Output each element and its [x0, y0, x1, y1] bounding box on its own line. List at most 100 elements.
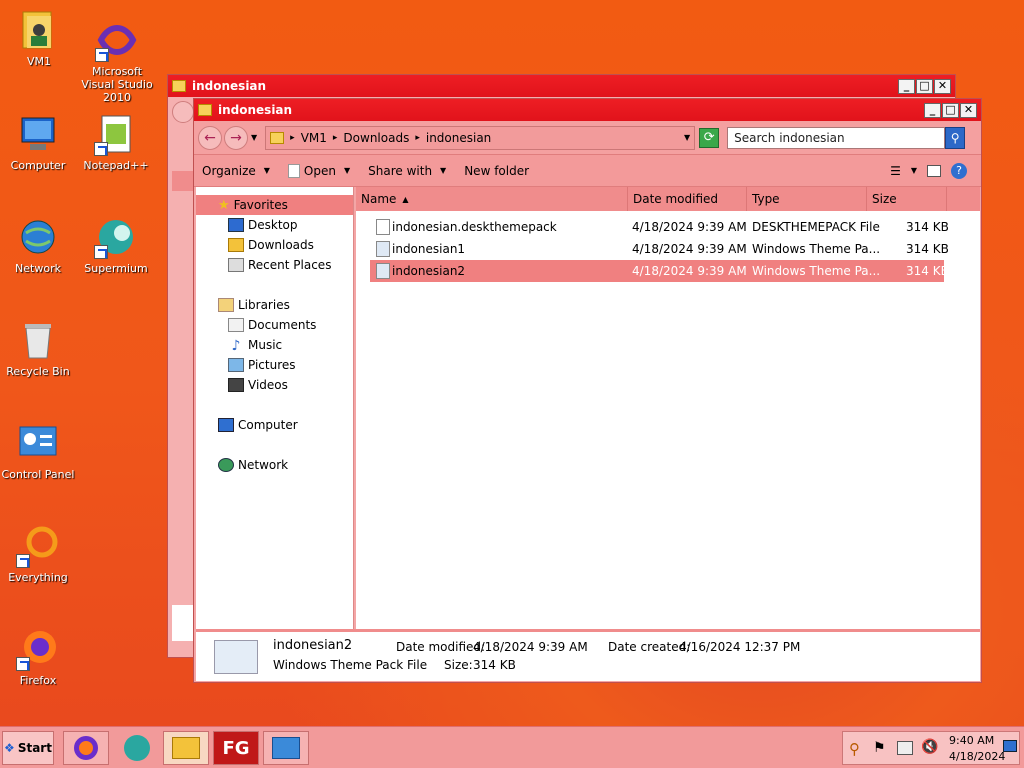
window-titlebar-back[interactable]: indonesian _ □ ✕: [168, 75, 955, 97]
open-button[interactable]: Open ▼: [287, 163, 350, 178]
network-tray-icon[interactable]: [897, 741, 913, 755]
column-header-name[interactable]: Name ▲: [356, 187, 628, 211]
file-icon: [376, 219, 390, 235]
nav-music[interactable]: ♪ Music: [196, 335, 353, 355]
nav-pictures[interactable]: Pictures: [196, 355, 353, 375]
desktop-icon-recycle-bin[interactable]: Recycle Bin: [0, 318, 78, 378]
search-icon[interactable]: ⚲: [945, 126, 966, 149]
folder-icon: [172, 80, 186, 92]
window-title-back: indonesian: [192, 79, 267, 93]
shortcut-arrow-icon: [95, 48, 109, 62]
desktop-icon-vm1[interactable]: VM1: [0, 8, 79, 68]
taskbar-control-panel[interactable]: [263, 731, 309, 765]
taskbar-explorer[interactable]: [163, 731, 209, 765]
desktop-icon-network[interactable]: Network: [0, 215, 78, 275]
recent-pages-dropdown[interactable]: ▼: [251, 133, 257, 142]
desktop-icon-firefox[interactable]: Firefox: [0, 627, 78, 687]
computer-icon: [16, 112, 60, 156]
back-button[interactable]: ←: [198, 125, 222, 150]
volume-muted-icon[interactable]: 🔇: [921, 739, 938, 755]
desktop-icon-supermium[interactable]: Supermium: [76, 215, 156, 275]
minimize-button-back[interactable]: _: [898, 78, 915, 94]
nav-downloads[interactable]: Downloads: [196, 235, 353, 255]
desktop-icon-notepadpp[interactable]: Notepad++: [76, 112, 156, 172]
theme-file-icon: [376, 241, 390, 257]
flag-icon[interactable]: ⚑: [873, 740, 886, 756]
close-button[interactable]: ✕: [960, 102, 977, 118]
minimize-button[interactable]: _: [924, 102, 941, 118]
details-name: indonesian2: [273, 638, 353, 653]
downloads-icon: [228, 238, 244, 252]
explorer-icon: [172, 737, 200, 759]
share-with-button[interactable]: Share with ▼: [368, 164, 446, 178]
new-folder-button[interactable]: New folder: [464, 164, 529, 178]
maximize-button[interactable]: □: [942, 102, 959, 118]
column-header-date[interactable]: Date modified: [628, 187, 747, 211]
taskbar-supermium[interactable]: [114, 731, 160, 765]
nav-network[interactable]: Network: [196, 455, 353, 475]
file-row[interactable]: indonesian1 4/18/2024 9:39 AM Windows Th…: [370, 238, 949, 260]
breadcrumb-vm1[interactable]: VM1: [301, 131, 327, 145]
maximize-button-back[interactable]: □: [916, 78, 933, 94]
nav-desktop[interactable]: Desktop: [196, 215, 353, 235]
taskbar-firefox[interactable]: [63, 731, 109, 765]
shortcut-arrow-icon: [94, 245, 108, 259]
desktop-icon-everything[interactable]: Everything: [0, 524, 78, 584]
search-input[interactable]: Search indonesian: [727, 126, 946, 149]
breadcrumb-downloads[interactable]: Downloads: [343, 131, 409, 145]
nav-libraries[interactable]: Libraries: [196, 295, 353, 315]
desktop-icon-visual-studio[interactable]: Microsoft Visual Studio 2010: [77, 18, 157, 104]
breadcrumb-arrow-icon[interactable]: ▸: [333, 133, 338, 143]
shortcut-arrow-icon: [16, 657, 30, 671]
system-tray: ⚲ ⚑ 🔇 9:40 AM 4/18/2024: [842, 731, 1020, 765]
column-header-size[interactable]: Size: [867, 187, 947, 211]
address-bar[interactable]: ▸ VM1 ▸ Downloads ▸ indonesian ▼: [265, 125, 696, 150]
desktop-icon-computer[interactable]: Computer: [0, 112, 78, 172]
taskbar-fg-app[interactable]: FG: [213, 731, 259, 765]
organize-button[interactable]: Organize ▼: [202, 164, 270, 178]
taskbar: ❖ Start FG ⚲ ⚑ 🔇 9:40 AM 4/18/2024: [0, 726, 1024, 768]
details-modified-label: Date modified:: [396, 640, 486, 654]
file-row-selected[interactable]: indonesian2 4/18/2024 9:39 AM Windows Th…: [370, 260, 949, 282]
refresh-icon[interactable]: ⟳: [699, 127, 720, 148]
show-desktop-icon[interactable]: [1003, 740, 1017, 752]
theme-file-large-icon: [214, 640, 258, 674]
clock-time[interactable]: 9:40 AM: [949, 734, 994, 747]
clock-date[interactable]: 4/18/2024: [949, 750, 1005, 763]
file-row[interactable]: indonesian.deskthemepack 4/18/2024 9:39 …: [370, 216, 949, 238]
back-window-sidebar-highlight: [172, 171, 194, 191]
visual-studio-icon: [95, 18, 139, 62]
nav-videos[interactable]: Videos: [196, 375, 353, 395]
document-icon: [287, 163, 300, 178]
shortcut-arrow-icon: [16, 554, 30, 568]
breadcrumb-arrow-icon[interactable]: ▸: [290, 133, 295, 143]
close-button-back[interactable]: ✕: [934, 78, 951, 94]
start-button[interactable]: ❖ Start: [2, 731, 54, 765]
help-icon[interactable]: ?: [951, 162, 967, 179]
control-panel-icon: [16, 421, 60, 465]
recycle-bin-icon: [16, 318, 60, 362]
preview-pane-icon[interactable]: [927, 164, 941, 177]
explorer-window[interactable]: indonesian _ □ ✕ ← → ▼ ▸ VM1 ▸ Downloads…: [193, 98, 982, 683]
view-options-icon[interactable]: ☰: [890, 164, 901, 178]
window-titlebar[interactable]: indonesian _ □ ✕: [194, 99, 981, 121]
user-folder-icon: [17, 8, 61, 52]
nav-documents[interactable]: Documents: [196, 315, 353, 335]
address-dropdown-icon[interactable]: ▼: [684, 133, 690, 142]
search-tray-icon[interactable]: ⚲: [849, 740, 860, 758]
column-header-spacer: [947, 187, 980, 211]
breadcrumb-indonesian[interactable]: indonesian: [426, 131, 491, 145]
breadcrumb-arrow-icon[interactable]: ▸: [415, 133, 420, 143]
star-icon: ★: [218, 197, 230, 213]
column-header-type[interactable]: Type: [747, 187, 867, 211]
nav-recent-places[interactable]: Recent Places: [196, 255, 353, 275]
nav-computer[interactable]: Computer: [196, 415, 353, 435]
desktop-icon-control-panel[interactable]: Control Panel: [0, 421, 78, 481]
nav-favorites[interactable]: ★ Favorites: [196, 195, 353, 215]
fg-app-icon: FG: [222, 737, 250, 759]
view-dropdown-icon[interactable]: ▼: [911, 166, 917, 175]
windows-logo-icon: ❖: [4, 741, 15, 755]
control-panel-icon: [272, 737, 300, 759]
forward-button[interactable]: →: [224, 125, 248, 150]
details-size-label: Size:: [444, 658, 473, 672]
